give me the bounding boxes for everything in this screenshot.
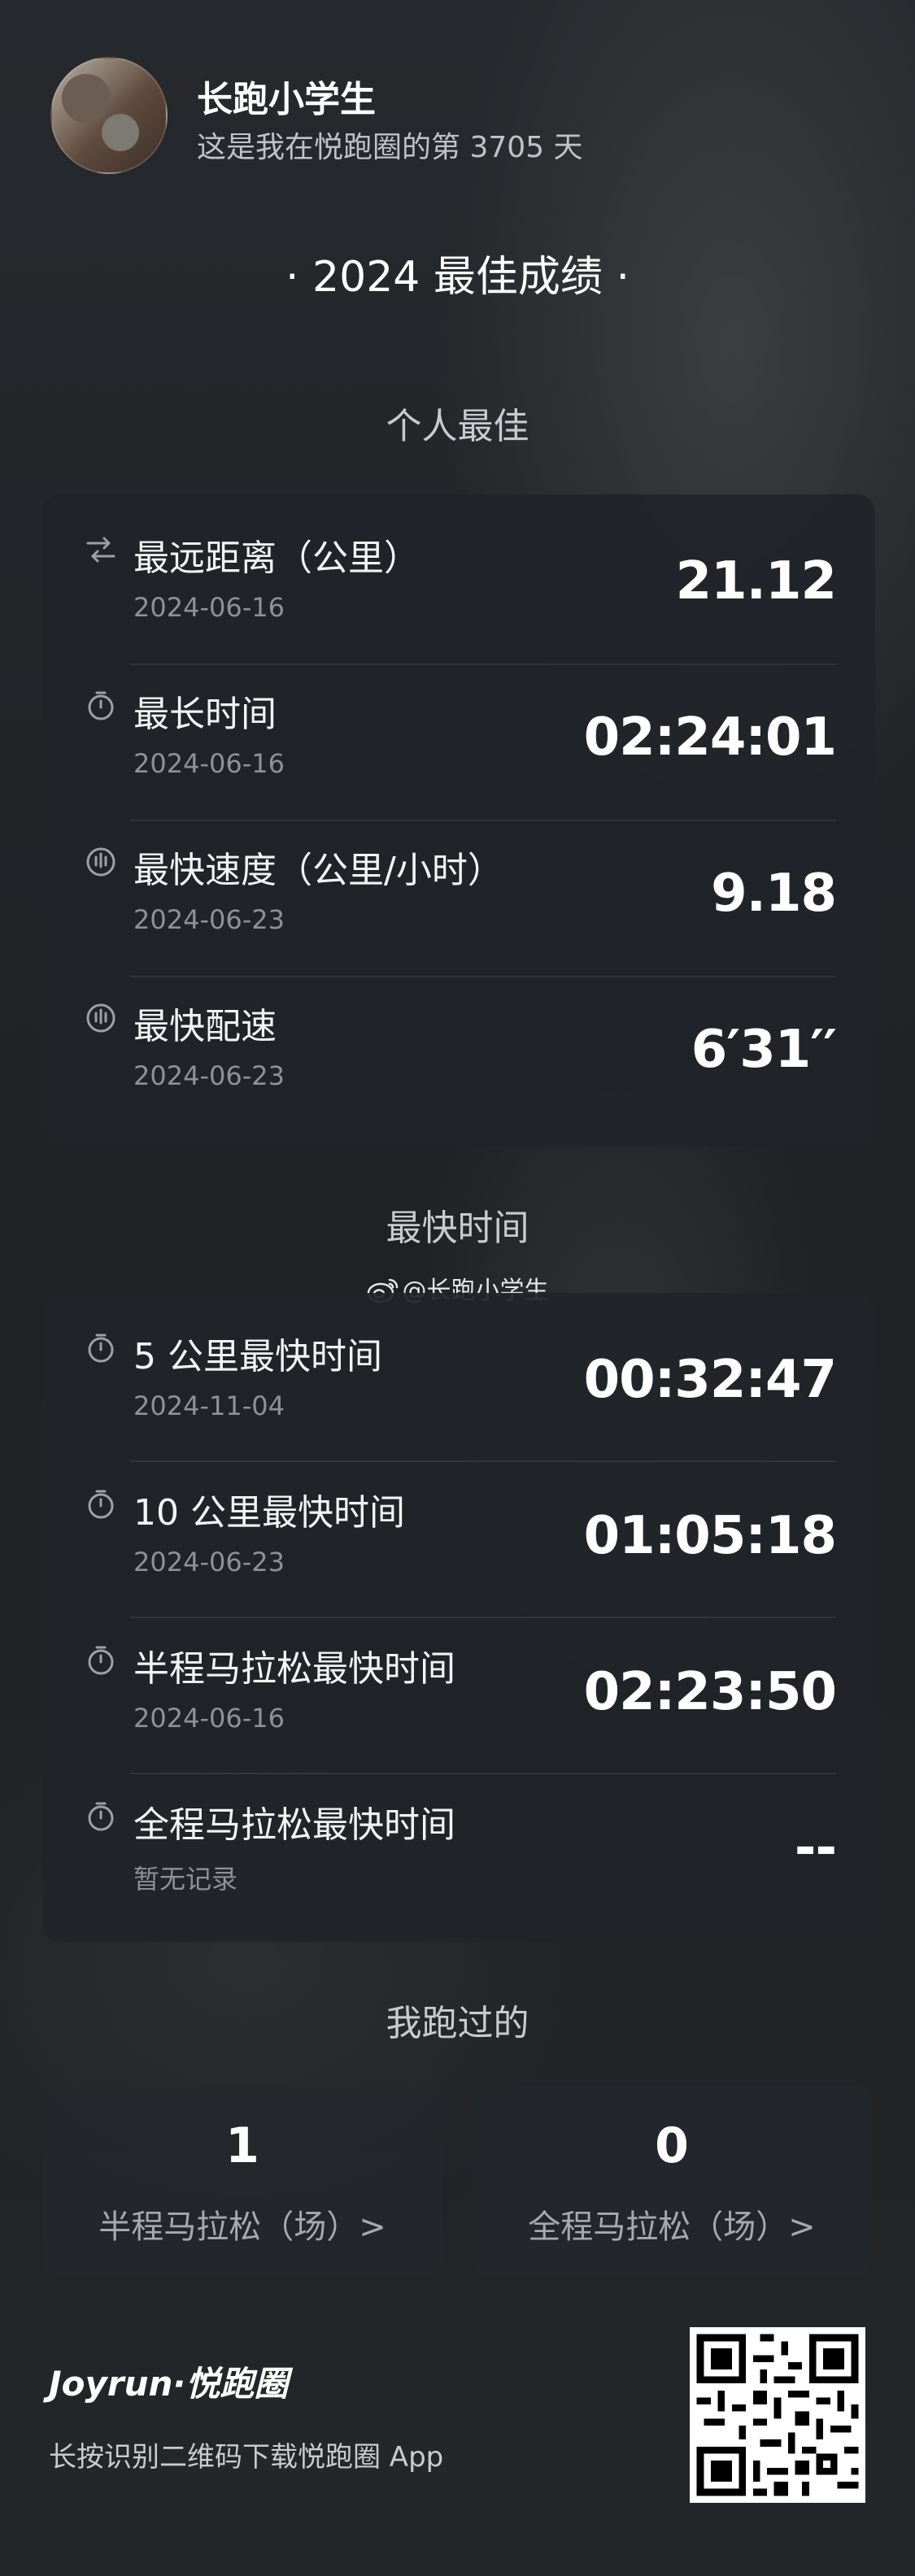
stopwatch-icon: [88, 1334, 114, 1363]
section-title-fastest-time: 最快时间: [386, 1208, 529, 1249]
row-label: 最快配速: [133, 1006, 277, 1047]
list-item: 最远距离（公里） 2024-06-16 21.12: [42, 494, 875, 649]
row-date: 2024-06-23: [133, 1060, 285, 1091]
row-value: 9.18: [711, 864, 837, 924]
qr-code[interactable]: [690, 2327, 865, 2503]
row-label: 全程马拉松最快时间: [133, 1804, 455, 1846]
row-value: 02:24:01: [583, 707, 837, 768]
list-item: 最长时间 2024-06-16 02:24:01: [42, 651, 875, 805]
days-subtitle: 这是我在悦跑圈的第 3705 天: [197, 131, 583, 164]
full-marathon-label: 全程马拉松（场）>: [528, 2208, 816, 2246]
row-date: 2024-06-23: [133, 904, 285, 935]
stopwatch-icon: [88, 1490, 114, 1519]
half-marathon-label: 半程马拉松（场）>: [98, 2208, 386, 2246]
username: 长跑小学生: [197, 79, 376, 120]
list-item: 最快速度（公里/小时） 2024-06-23 9.18: [42, 807, 875, 961]
full-marathon-count-card[interactable]: 0 全程马拉松（场）>: [472, 2086, 872, 2275]
page-title: · 2024 最佳成绩 ·: [285, 253, 630, 302]
row-value: 01:05:18: [583, 1506, 837, 1566]
row-label: 最快速度（公里/小时）: [133, 850, 503, 891]
stopwatch-icon: [88, 1646, 114, 1675]
stopwatch-icon: [88, 691, 114, 720]
list-item: 10 公里最快时间 2024-06-23 01:05:18: [42, 1449, 875, 1603]
row-label: 5 公里最快时间: [133, 1336, 382, 1377]
half-marathon-count: 1: [225, 2117, 259, 2174]
list-item: 最快配速 2024-06-23 6′31′′: [42, 963, 875, 1117]
row-date: 2024-06-16: [133, 1703, 285, 1734]
row-value: 02:23:50: [583, 1662, 837, 1722]
row-label: 最长时间: [133, 694, 277, 735]
route-icon: [86, 537, 115, 563]
row-value: 6′31′′: [691, 1020, 837, 1080]
download-hint: 长按识别二维码下载悦跑圈 App: [49, 2441, 444, 2474]
section-title-personal-best: 个人最佳: [386, 406, 529, 447]
list-item: 全程马拉松最快时间 暂无记录 --: [42, 1761, 875, 1916]
row-value: 00:32:47: [583, 1350, 837, 1410]
row-date: 2024-06-23: [133, 1547, 285, 1577]
personal-best-card: 最远距离（公里） 2024-06-16 21.12 最长时间 2024-06-1…: [42, 494, 875, 1147]
full-marathon-count: 0: [655, 2117, 689, 2174]
stopwatch-icon: [88, 1802, 114, 1831]
speed-icon: [86, 1003, 115, 1033]
row-label: 10 公里最快时间: [133, 1492, 405, 1534]
row-label: 半程马拉松最快时间: [133, 1648, 455, 1690]
avatar[interactable]: [50, 57, 168, 174]
row-date: 2024-06-16: [133, 748, 285, 779]
section-title-races: 我跑过的: [386, 2003, 529, 2044]
row-date: 2024-06-16: [133, 592, 285, 623]
row-date: 2024-11-04: [133, 1390, 285, 1421]
list-item: 5 公里最快时间 2024-11-04 00:32:47: [42, 1293, 875, 1447]
speed-icon: [86, 847, 115, 877]
row-value: --: [794, 1818, 837, 1878]
row-date: 暂无记录: [133, 1864, 238, 1895]
fastest-time-card: 5 公里最快时间 2024-11-04 00:32:47 10 公里最快时间 2…: [42, 1293, 875, 1942]
joyrun-logo: Joyrun·悦跑圈: [49, 2364, 289, 2404]
row-value: 21.12: [675, 551, 837, 611]
half-marathon-count-card[interactable]: 1 半程马拉松（场）>: [42, 2086, 442, 2275]
row-label: 最远距离（公里）: [133, 537, 420, 579]
list-item: 半程马拉松最快时间 2024-06-16 02:23:50: [42, 1605, 875, 1760]
